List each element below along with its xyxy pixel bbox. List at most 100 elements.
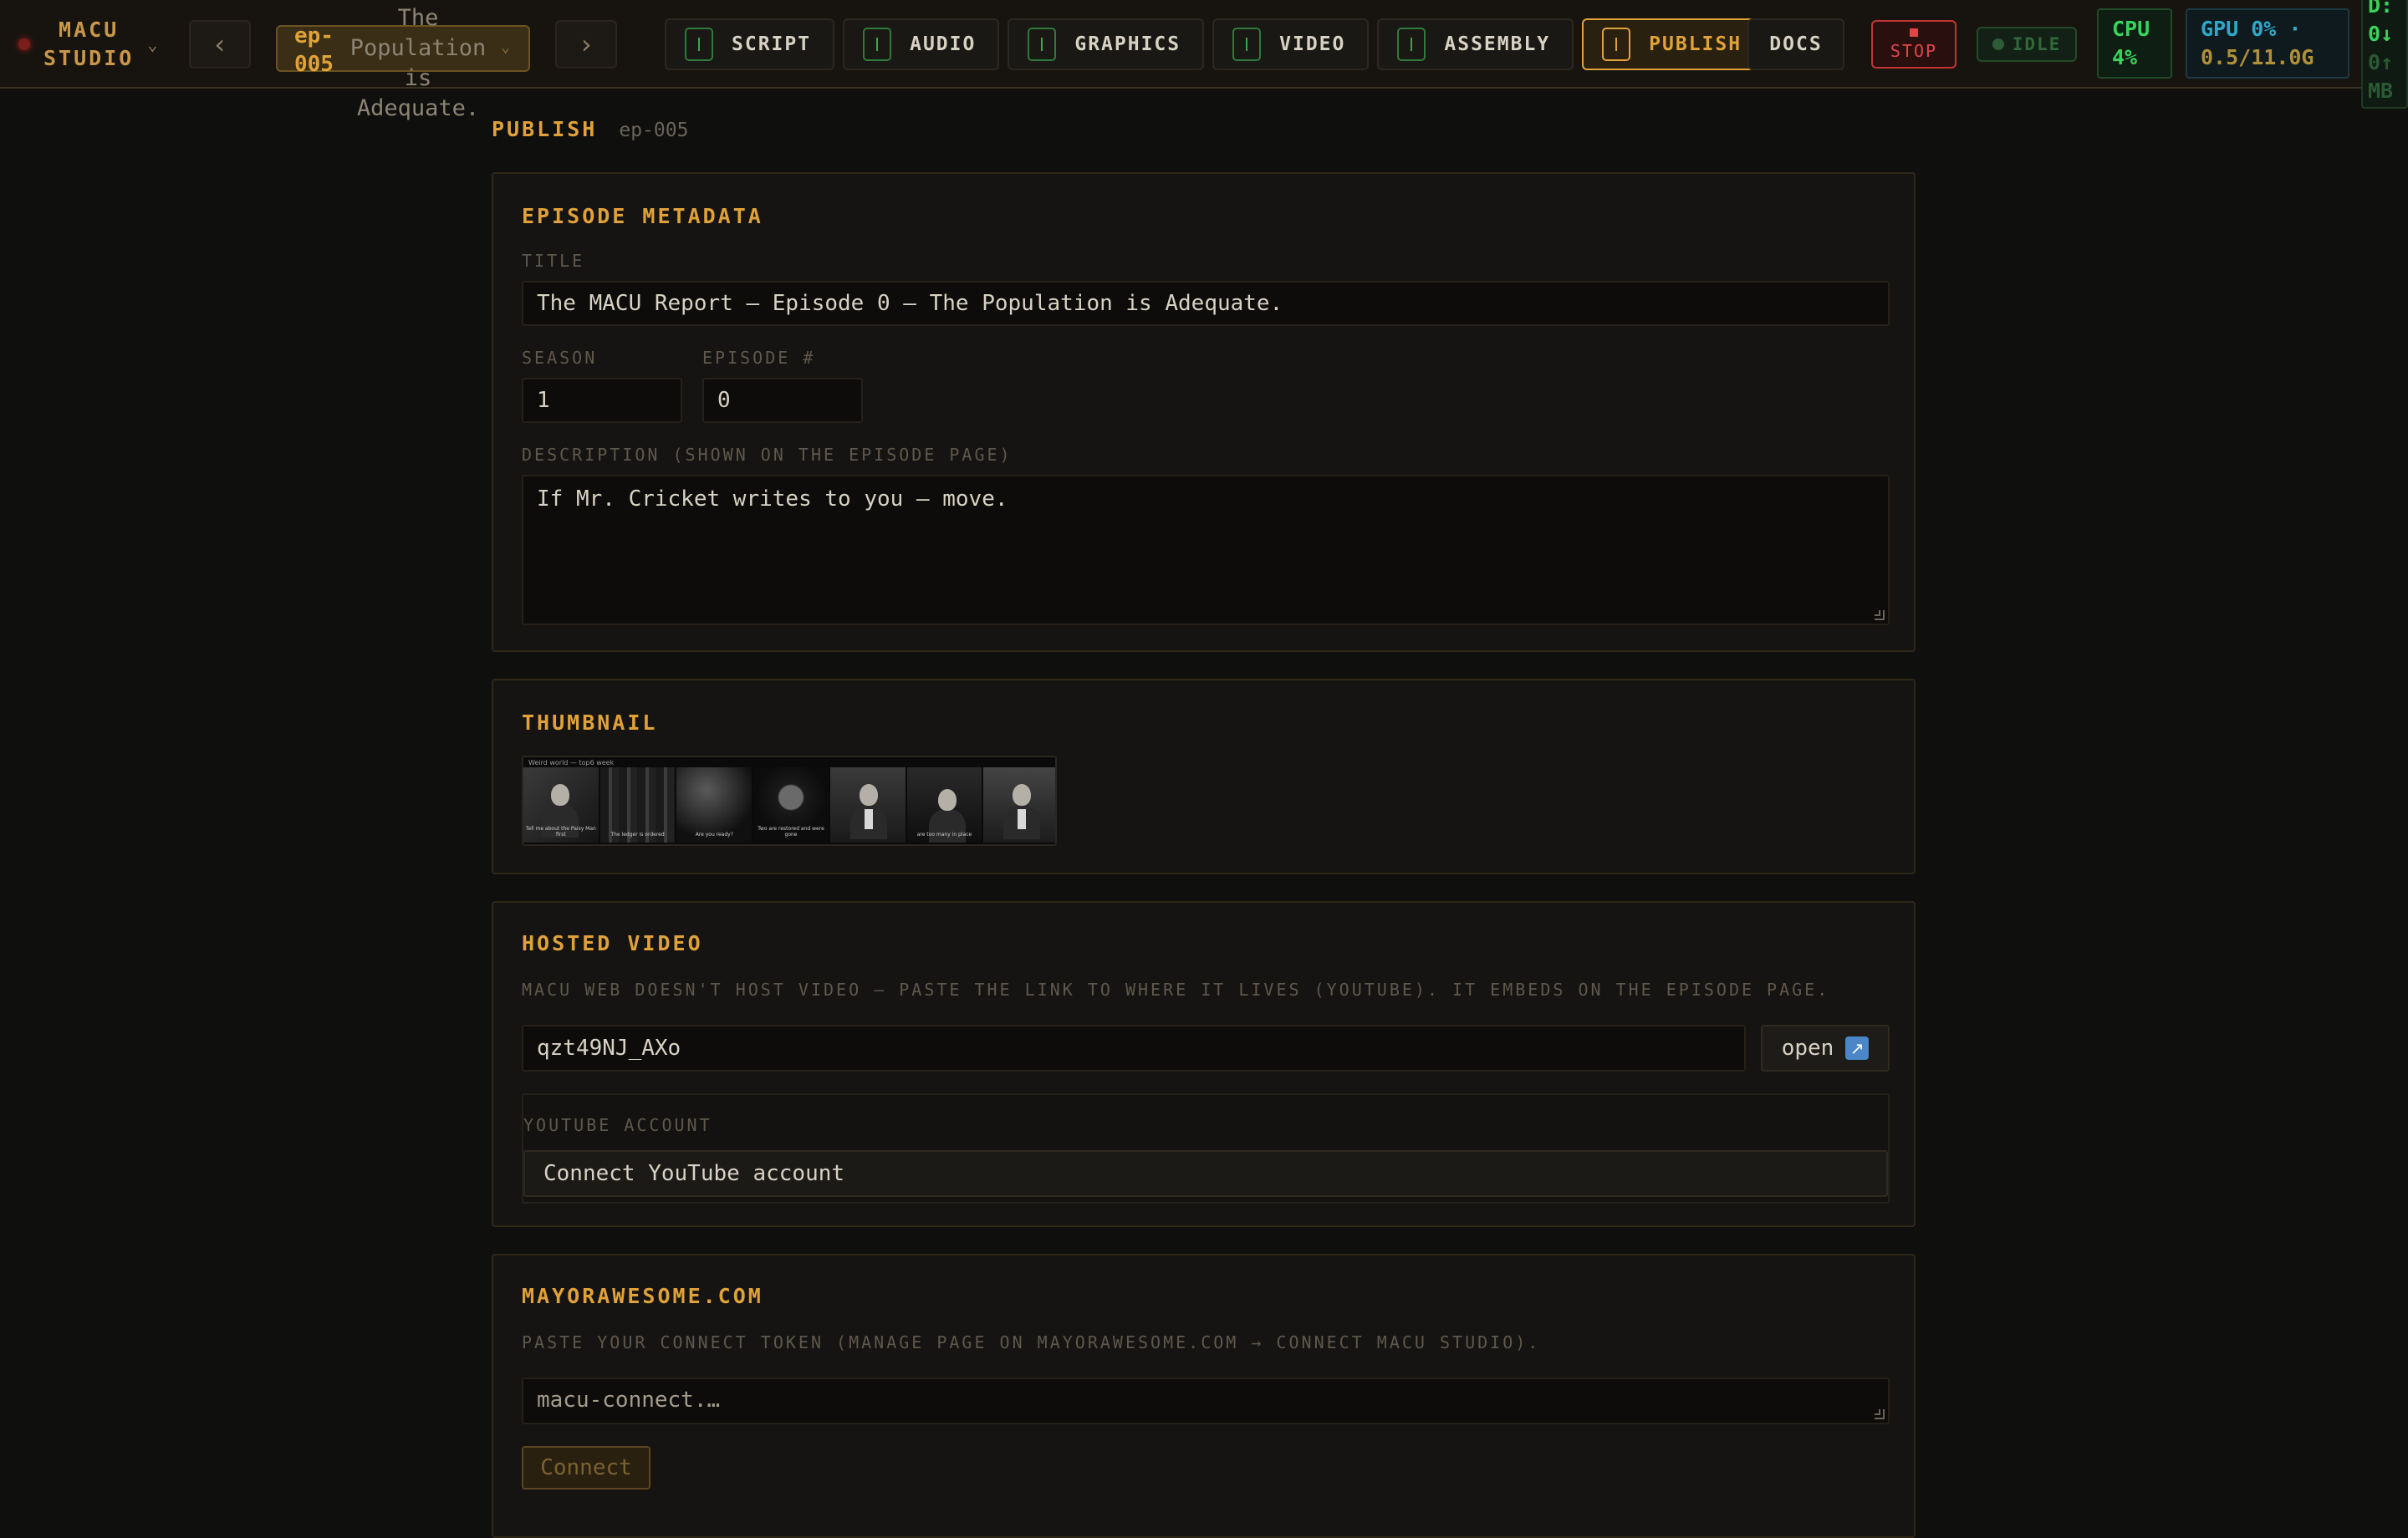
- connect-button[interactable]: Connect: [522, 1446, 650, 1490]
- youtube-account-label: YOUTUBE ACCOUNT: [523, 1115, 712, 1135]
- connect-youtube-button[interactable]: Connect YouTube account: [523, 1150, 1888, 1197]
- resize-handle-icon[interactable]: [1875, 1409, 1885, 1419]
- thumbnail-frame: Tell me about the Paisy Man first: [523, 767, 599, 843]
- script-icon: [685, 28, 713, 61]
- section-title: HOSTED VIDEO: [522, 931, 703, 955]
- thumbnail-frame: The ledger is ordered: [599, 767, 676, 843]
- chevron-down-icon: ⌄: [501, 38, 510, 56]
- thumbnail-header-text: Weird world — top6 week: [528, 759, 615, 766]
- tab-label: GRAPHICS: [1074, 33, 1181, 55]
- tab-audio[interactable]: AUDIO: [843, 18, 1000, 70]
- connect-token-placeholder: macu-connect.…: [537, 1388, 721, 1413]
- season-label: SEASON: [522, 348, 598, 368]
- gpu-usage: GPU 0% ·: [2201, 17, 2302, 41]
- status-label: IDLE: [2012, 34, 2062, 54]
- tab-label: SCRIPT: [732, 33, 812, 55]
- frame-caption: Two are restored and were gone: [758, 826, 824, 838]
- tab-label: PUBLISH: [1649, 33, 1742, 55]
- external-link-icon: ↗: [1845, 1036, 1870, 1060]
- graphics-icon: [1028, 28, 1057, 61]
- open-video-button[interactable]: open ↗: [1761, 1025, 1890, 1072]
- mayorawesome-panel: MAYORAWESOME.COM PASTE YOUR CONNECT TOKE…: [492, 1254, 1916, 1538]
- brand-line-2: STUDIO: [43, 46, 135, 70]
- thumbnail-frame: [829, 767, 906, 843]
- tab-graphics[interactable]: GRAPHICS: [1008, 18, 1205, 70]
- frame-caption: are too many in place: [916, 832, 972, 838]
- audio-icon: [863, 28, 892, 61]
- section-title: MAYORAWESOME.COM: [522, 1284, 763, 1308]
- thumbnail-image[interactable]: Weird world — top6 week Tell me about th…: [522, 756, 1057, 846]
- figure-head-icon: [1013, 784, 1032, 806]
- status-badge: IDLE: [1977, 27, 2077, 62]
- brand-line-1: MACU: [59, 18, 120, 42]
- frame-caption: Are you ready?: [695, 832, 733, 838]
- tab-video[interactable]: VIDEO: [1212, 18, 1370, 70]
- chevron-down-icon: ⌄: [147, 34, 158, 54]
- disk-write: 0↑: [2368, 50, 2394, 74]
- episode-number-input[interactable]: 0: [702, 378, 863, 423]
- page-title: PUBLISH: [492, 117, 598, 141]
- figure-shirt-icon: [1018, 809, 1027, 829]
- top-bar: MACU STUDIO ⌄ ‹ ep-005 ⌄ The Population …: [0, 0, 2408, 121]
- hosted-video-panel: HOSTED VIDEO MACU WEB DOESN'T HOST VIDEO…: [492, 901, 1916, 1227]
- frame-caption: The ledger is ordered: [610, 832, 665, 838]
- episode-number-label: EPISODE #: [702, 348, 816, 368]
- disk-read: 0↓: [2368, 22, 2394, 46]
- description-textarea[interactable]: If Mr. Cricket writes to you — move.: [522, 475, 1890, 625]
- youtube-account-box: YOUTUBE ACCOUNT Connect YouTube account: [522, 1093, 1890, 1204]
- section-title: EPISODE METADATA: [522, 204, 763, 228]
- title-label: TITLE: [522, 251, 585, 271]
- cpu-label: CPU: [2112, 17, 2150, 41]
- thumbnail-frame: Two are restored and were gone: [753, 767, 829, 843]
- cpu-value: 4%: [2112, 45, 2138, 69]
- description-text: If Mr. Cricket writes to you — move.: [537, 486, 1008, 512]
- episode-title: The Population is Adequate.: [349, 5, 487, 121]
- figure-head-icon: [859, 784, 878, 806]
- figure-head-icon: [937, 789, 957, 811]
- docs-button[interactable]: DOCS: [1747, 18, 1844, 70]
- section-title: THUMBNAIL: [522, 710, 658, 735]
- status-dot-icon: [1992, 38, 2004, 50]
- video-icon: [1232, 28, 1262, 61]
- figure-head-icon: [551, 784, 569, 806]
- mayorawesome-hint: PASTE YOUR CONNECT TOKEN (MANAGE PAGE ON…: [522, 1332, 1541, 1352]
- assembly-icon: [1397, 28, 1426, 61]
- thumbnail-frames: Tell me about the Paisy Man first The le…: [523, 767, 1055, 843]
- brand-menu[interactable]: MACU STUDIO ⌄: [18, 15, 157, 74]
- cpu-meter: CPU 4%: [2097, 8, 2172, 79]
- gpu-memory: 0.5/11.0G: [2201, 45, 2314, 69]
- description-label: DESCRIPTION (SHOWN ON THE EPISODE PAGE): [522, 445, 1013, 465]
- thumbnail-frame: Are you ready?: [676, 767, 752, 843]
- resize-handle-icon[interactable]: [1875, 610, 1885, 620]
- thumbnail-panel: THUMBNAIL Weird world — top6 week Tell m…: [492, 679, 1916, 874]
- stage-tabs: SCRIPT AUDIO GRAPHICS VIDEO ASSEMBLY PUB…: [665, 18, 1766, 70]
- tab-script[interactable]: SCRIPT: [665, 18, 835, 70]
- hosted-video-hint: MACU WEB DOESN'T HOST VIDEO — PASTE THE …: [522, 980, 1830, 1000]
- tab-assembly[interactable]: ASSEMBLY: [1377, 18, 1574, 70]
- video-id-input[interactable]: qzt49NJ_AXo: [522, 1025, 1746, 1072]
- stop-button[interactable]: STOP: [1871, 20, 1956, 69]
- episode-metadata-panel: EPISODE METADATA TITLE The MACU Report —…: [492, 172, 1916, 652]
- season-input[interactable]: 1: [522, 378, 682, 423]
- disk-meter: D: 0↓ 0↑ MB: [2361, 0, 2408, 109]
- frame-caption: Tell me about the Paisy Man first: [525, 826, 596, 838]
- record-indicator-icon: [18, 38, 30, 50]
- brand-name: MACU STUDIO: [43, 16, 134, 73]
- thumbnail-frame: are too many in place: [906, 767, 982, 843]
- open-label: open: [1781, 1036, 1834, 1061]
- tab-label: VIDEO: [1279, 33, 1346, 55]
- title-input[interactable]: The MACU Report — Episode 0 — The Popula…: [522, 281, 1890, 326]
- disk-unit: MB: [2368, 79, 2394, 103]
- stop-label: STOP: [1890, 41, 1938, 61]
- previous-episode-button[interactable]: ‹: [189, 20, 251, 69]
- next-episode-button[interactable]: ›: [555, 20, 617, 69]
- gpu-meter: GPU 0% · 0.5/11.0G: [2186, 8, 2349, 79]
- thumbnail-frame: [983, 767, 1055, 843]
- disk-label: D:: [2368, 0, 2394, 18]
- stop-icon: [1910, 28, 1918, 37]
- page-heading: PUBLISH ep-005: [492, 117, 688, 141]
- connect-token-input[interactable]: macu-connect.…: [522, 1378, 1890, 1424]
- tab-label: AUDIO: [910, 33, 977, 55]
- tab-publish[interactable]: PUBLISH: [1582, 18, 1766, 70]
- page-episode-ref: ep-005: [619, 120, 689, 141]
